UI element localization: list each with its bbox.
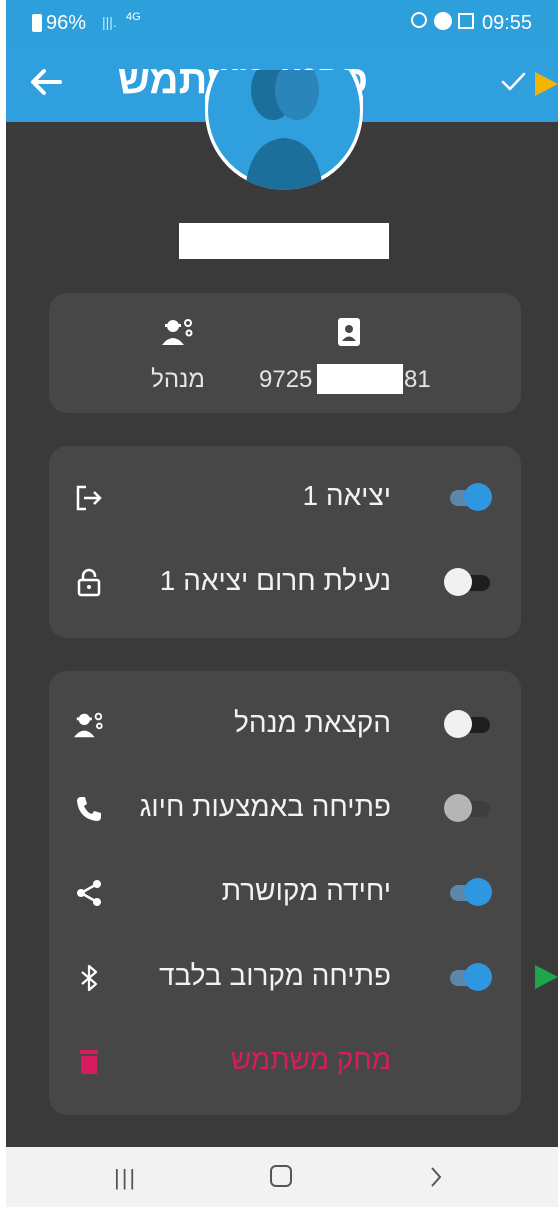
assign-admin-toggle[interactable] xyxy=(444,709,494,739)
setting-label: נעילת חרום יציאה 1 xyxy=(159,565,391,596)
trash-icon xyxy=(80,1050,98,1074)
admin-icon xyxy=(162,319,193,345)
network-type: 4G xyxy=(126,11,141,23)
admin-icon xyxy=(73,712,103,738)
setting-row-assign-admin: הקצאת מנהל xyxy=(49,695,521,755)
permissions-card: הקצאת מנהל פתיחה באמצעות חיוג יחידה מקוש… xyxy=(49,671,521,1115)
linked-unit-toggle[interactable] xyxy=(444,877,494,907)
home-icon[interactable] xyxy=(270,1165,292,1187)
dial-open-toggle[interactable] xyxy=(444,793,494,823)
battery-icon xyxy=(32,14,42,32)
arrow-left-icon[interactable] xyxy=(26,62,66,102)
exit-settings-card: יציאה 1 נעילת חרום יציאה 1 xyxy=(49,446,521,638)
phone-number: 9725 81 xyxy=(259,364,439,394)
check-icon[interactable] xyxy=(498,66,528,96)
setting-label: פתיחה מקרוב בלבד xyxy=(158,960,391,991)
annotation-arrow-yellow xyxy=(535,72,558,96)
delete-user-label: מחק משתמש xyxy=(230,1044,391,1075)
role-info: מנהל xyxy=(133,317,223,394)
phone-icon xyxy=(77,797,101,821)
alarm-icon xyxy=(411,12,427,28)
user-name-redacted xyxy=(179,223,389,259)
phone-prefix: 9725 xyxy=(259,366,313,393)
setting-row-linked-unit: יחידה מקושרת xyxy=(49,863,521,923)
signal-icon: |||. xyxy=(102,14,117,30)
battery-level: 96% xyxy=(46,12,87,34)
role-label: מנהל xyxy=(151,366,205,393)
contact-card-icon xyxy=(338,318,360,346)
emergency-lock-toggle[interactable] xyxy=(444,567,494,597)
account-icon xyxy=(434,12,452,30)
setting-row-proximity-only: פתיחה מקרוב בלבד xyxy=(49,948,521,1008)
lock-icon xyxy=(77,568,101,597)
setting-row-emergency-lock: נעילת חרום יציאה 1 xyxy=(49,553,521,613)
phone-redacted xyxy=(317,364,403,394)
setting-label: פתיחה באמצעות חיוג xyxy=(139,791,391,822)
delete-user-button[interactable]: מחק משתמש xyxy=(49,1032,521,1092)
setting-label: יציאה 1 xyxy=(302,480,392,511)
back-nav-icon[interactable] xyxy=(426,1164,446,1190)
proximity-only-toggle[interactable] xyxy=(444,962,494,992)
recent-apps-icon[interactable]: ||| xyxy=(114,1165,137,1191)
image-icon xyxy=(458,13,474,29)
exit-icon xyxy=(76,485,102,511)
user-info-card: מנהל 9725 81 xyxy=(49,293,521,413)
bluetooth-icon xyxy=(81,964,98,992)
share-icon xyxy=(77,880,101,906)
app-frame: 96% |||. 4G 09:55 פרטי משתמש xyxy=(6,0,558,1207)
exit-1-toggle[interactable] xyxy=(444,482,494,512)
system-nav-bar: ||| xyxy=(6,1147,558,1207)
setting-label: הקצאת מנהל xyxy=(234,707,391,738)
clock: 09:55 xyxy=(482,12,533,34)
user-silhouette-icon xyxy=(205,70,363,190)
annotation-arrow-green xyxy=(535,965,558,989)
status-bar: 96% |||. 4G 09:55 xyxy=(6,0,558,46)
avatar[interactable] xyxy=(205,70,363,190)
phone-suffix: 81 xyxy=(404,366,431,393)
setting-label: יחידה מקושרת xyxy=(221,875,391,906)
setting-row-dial-open: פתיחה באמצעות חיוג xyxy=(49,779,521,839)
setting-row-exit-1: יציאה 1 xyxy=(49,468,521,528)
phone-info: 9725 81 xyxy=(259,317,439,394)
